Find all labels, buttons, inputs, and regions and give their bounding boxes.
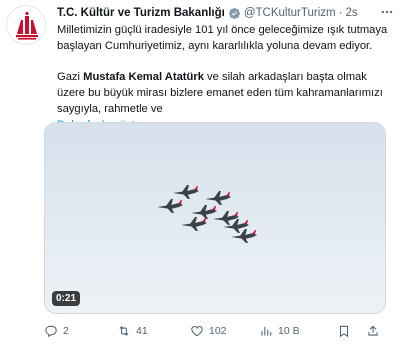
separator-dot: · xyxy=(338,7,343,19)
tweet-paragraph-2: Gazi Mustafa Kemal Atatürk ve silah arka… xyxy=(57,69,392,117)
author-name[interactable]: T.C. Kültür ve Turizm Bakanlığı xyxy=(57,7,225,19)
bookmark-icon xyxy=(339,325,349,338)
video-duration: 0:21 xyxy=(52,291,81,306)
analytics-icon xyxy=(261,326,272,336)
reply-count: 2 xyxy=(63,325,69,337)
ministry-logo-icon xyxy=(8,7,45,44)
bookmark-button[interactable] xyxy=(337,324,351,338)
timestamp[interactable]: 2s xyxy=(345,7,357,19)
video-player[interactable]: 0:21 xyxy=(44,122,386,314)
retweet-count: 41 xyxy=(136,325,148,337)
like-button[interactable]: 102 xyxy=(190,324,227,338)
jets-video-frame xyxy=(45,123,385,313)
views-button[interactable]: 10 B xyxy=(259,324,300,338)
like-count: 102 xyxy=(209,325,227,337)
bold-name: Mustafa Kemal Atatürk xyxy=(83,71,204,83)
tweet-paragraph-1: Milletimizin güçlü iradesiyle 101 yıl ön… xyxy=(57,24,388,52)
action-bar: 2 41 102 10 B xyxy=(44,322,386,340)
paragraph-2-prefix: Gazi xyxy=(57,71,84,83)
tweet-text: Milletimizin güçlü iradesiyle 101 yıl ön… xyxy=(57,22,392,133)
tweet-content: T.C. Kültür ve Turizm Bakanlığı @TCKultu… xyxy=(57,5,394,133)
view-count: 10 B xyxy=(278,325,300,337)
retweet-button[interactable]: 41 xyxy=(117,324,148,338)
reply-button[interactable]: 2 xyxy=(44,324,69,338)
heart-icon xyxy=(191,326,203,337)
share-button[interactable] xyxy=(366,324,380,338)
tweet-header: T.C. Kültür ve Turizm Bakanlığı @TCKultu… xyxy=(57,5,392,21)
tweet-card[interactable]: T.C. Kültür ve Turizm Bakanlığı @TCKultu… xyxy=(0,0,401,351)
reply-icon xyxy=(45,325,57,338)
more-icon[interactable] xyxy=(380,5,394,22)
author-handle[interactable]: @TCKulturTurizm xyxy=(244,7,336,19)
retweet-icon xyxy=(119,326,129,336)
avatar[interactable] xyxy=(6,5,46,45)
verified-badge-icon xyxy=(228,7,241,20)
share-icon xyxy=(368,325,378,336)
